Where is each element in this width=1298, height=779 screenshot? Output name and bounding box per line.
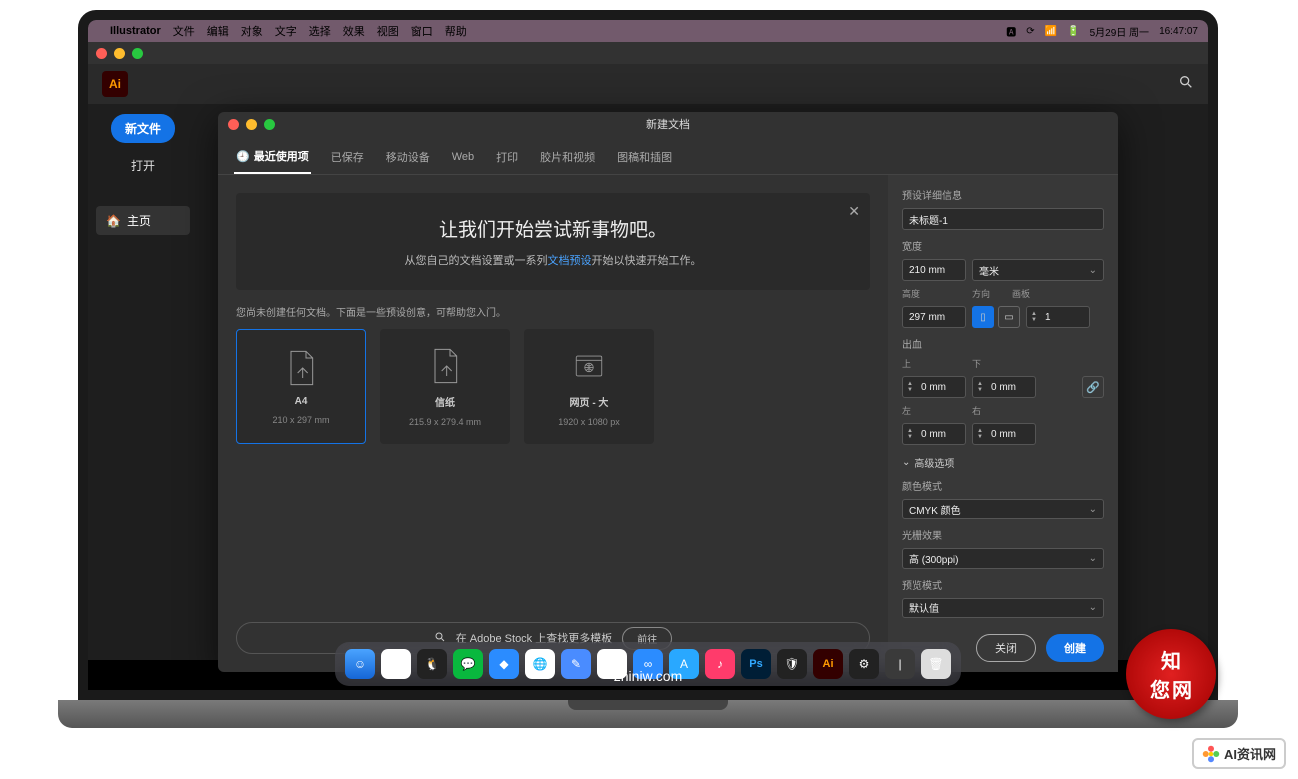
tab-web[interactable]: Web — [450, 142, 476, 174]
advanced-toggle[interactable]: ⌄高级选项 — [902, 455, 1104, 470]
laptop-base — [58, 700, 1238, 728]
menu-file[interactable]: 文件 — [173, 23, 195, 39]
tab-film[interactable]: 胶片和视频 — [538, 142, 597, 174]
menu-edit[interactable]: 编辑 — [207, 23, 229, 39]
menu-view[interactable]: 视图 — [377, 23, 399, 39]
tab-mobile[interactable]: 移动设备 — [384, 142, 432, 174]
preset-web-large[interactable]: 网页 - 大 1920 x 1080 px — [524, 329, 654, 444]
unit-select[interactable]: 毫米 — [972, 259, 1104, 281]
tab-print[interactable]: 打印 — [494, 142, 520, 174]
link-icon[interactable]: 🔗 — [1082, 376, 1104, 398]
color-mode-select[interactable]: CMYK 颜色 — [902, 499, 1104, 519]
app-logo-icon: Ai — [102, 71, 128, 97]
input-icon[interactable]: 🅰 — [1006, 24, 1016, 39]
flower-icon — [1202, 745, 1220, 763]
menu-object[interactable]: 对象 — [241, 23, 263, 39]
watermark-seal: 知 您网 AI资讯网 — [1126, 629, 1286, 769]
preset-a4[interactable]: A4 210 x 297 mm — [236, 329, 366, 444]
minimize-icon[interactable] — [114, 48, 125, 59]
tab-recent[interactable]: 🕘 最近使用项 — [234, 142, 311, 174]
menu-effect[interactable]: 效果 — [343, 23, 365, 39]
new-document-dialog: 新建文档 🕘 最近使用项 已保存 移动设备 Web 打印 胶片和视频 图稿和插图 — [218, 112, 1118, 672]
maximize-icon[interactable] — [264, 119, 275, 130]
close-icon[interactable] — [96, 48, 107, 59]
width-input[interactable] — [902, 259, 966, 281]
bleed-left[interactable]: ▲▼ — [902, 423, 966, 445]
home-nav-item[interactable]: 🏠 主页 — [96, 206, 190, 235]
menu-select[interactable]: 选择 — [309, 23, 331, 39]
watermark-url: zhiniw.com — [614, 668, 682, 684]
panel-header: 预设详细信息 — [902, 187, 1104, 202]
traffic-lights[interactable] — [96, 48, 143, 59]
preset-link[interactable]: 文档预设 — [548, 255, 592, 267]
new-file-button[interactable]: 新文件 — [111, 114, 175, 143]
landscape-icon[interactable]: ▭ — [998, 306, 1020, 328]
launchpad-icon[interactable]: ▦ — [381, 649, 411, 679]
bleed-top[interactable]: ▲▼ — [902, 376, 966, 398]
menu-type[interactable]: 文字 — [275, 23, 297, 39]
trash-icon[interactable]: 🗑 — [921, 649, 951, 679]
close-button[interactable]: 关闭 — [976, 634, 1036, 662]
window-chrome — [88, 42, 1208, 64]
bleed-bottom[interactable]: ▲▼ — [972, 376, 1036, 398]
preset-letter[interactable]: 信纸 215.9 x 279.4 mm — [380, 329, 510, 444]
app-topbar: Ai — [88, 64, 1208, 104]
clock-icon: 🕘 — [236, 150, 250, 163]
menu-window[interactable]: 窗口 — [411, 23, 433, 39]
chrome-icon[interactable]: 🌐 — [525, 649, 555, 679]
tab-saved[interactable]: 已保存 — [329, 142, 366, 174]
settings-icon[interactable]: ⚙ — [849, 649, 879, 679]
portrait-icon[interactable]: ▯ — [972, 306, 994, 328]
dialog-traffic-lights[interactable] — [228, 119, 275, 130]
menubar-date[interactable]: 5月29日 周一 — [1090, 24, 1149, 39]
height-input[interactable] — [902, 306, 966, 328]
preset-list: A4 210 x 297 mm 信纸 215.9 x 279.4 mm 网页 -… — [236, 329, 870, 444]
dialog-title: 新建文档 — [646, 116, 690, 132]
tab-art[interactable]: 图稿和插图 — [615, 142, 674, 174]
hero-text: 从您自己的文档设置或一系列文档预设开始以快速开始工作。 — [264, 252, 842, 268]
qq-icon[interactable]: 🐧 — [417, 649, 447, 679]
artboard-stepper[interactable]: ▲▼ — [1026, 306, 1090, 328]
macos-menubar: Illustrator 文件 编辑 对象 文字 选择 效果 视图 窗口 帮助 🅰… — [88, 20, 1208, 42]
app-icon[interactable]: ◆ — [489, 649, 519, 679]
minimize-icon[interactable] — [246, 119, 257, 130]
dialog-tabs: 🕘 最近使用项 已保存 移动设备 Web 打印 胶片和视频 图稿和插图 — [218, 136, 1118, 175]
finder-icon[interactable]: ☺ — [345, 649, 375, 679]
create-button[interactable]: 创建 — [1046, 634, 1104, 662]
close-icon[interactable]: ✕ — [848, 203, 860, 220]
bleed-right[interactable]: ▲▼ — [972, 423, 1036, 445]
app-name[interactable]: Illustrator — [110, 25, 161, 37]
left-nav: 新文件 打开 🏠 主页 — [88, 64, 198, 660]
wechat-icon[interactable]: 💬 — [453, 649, 483, 679]
home-label: 主页 — [127, 212, 151, 229]
illustrator-icon[interactable]: Ai — [813, 649, 843, 679]
raster-select[interactable]: 高 (300ppi) — [902, 548, 1104, 568]
music-icon[interactable]: ♪ — [705, 649, 735, 679]
photoshop-icon[interactable]: Ps — [741, 649, 771, 679]
hero-banner: ✕ 让我们开始尝试新事物吧。 从您自己的文档设置或一系列文档预设开始以快速开始工… — [236, 193, 870, 290]
hint-text: 您尚未创建任何文档。下面是一些预设创意，可帮助您入门。 — [236, 304, 870, 319]
hero-title: 让我们开始尝试新事物吧。 — [264, 215, 842, 242]
doc-name-input[interactable] — [902, 208, 1104, 230]
web-icon — [572, 346, 606, 386]
home-icon: 🏠 — [106, 214, 121, 228]
wifi-icon[interactable]: 📶 — [1045, 26, 1057, 37]
preview-select[interactable]: 默认值 — [902, 598, 1104, 618]
shield-icon[interactable]: 🛡 — [777, 649, 807, 679]
close-icon[interactable] — [228, 119, 239, 130]
document-icon — [428, 346, 462, 386]
menubar-time[interactable]: 16:47:07 — [1159, 26, 1198, 37]
document-icon — [284, 348, 318, 388]
search-icon[interactable] — [1178, 74, 1194, 95]
sync-icon[interactable]: ⟳ — [1026, 26, 1034, 37]
chevron-down-icon: ⌄ — [902, 457, 910, 468]
pen-icon[interactable]: ✎ — [561, 649, 591, 679]
maximize-icon[interactable] — [132, 48, 143, 59]
divider: | — [885, 649, 915, 679]
open-button[interactable]: 打开 — [131, 151, 155, 180]
battery-icon[interactable]: 🔋 — [1067, 26, 1079, 37]
menu-help[interactable]: 帮助 — [445, 23, 467, 39]
preset-detail-panel: 预设详细信息 宽度 毫米 高度方向画板 ▯ — [888, 175, 1118, 672]
